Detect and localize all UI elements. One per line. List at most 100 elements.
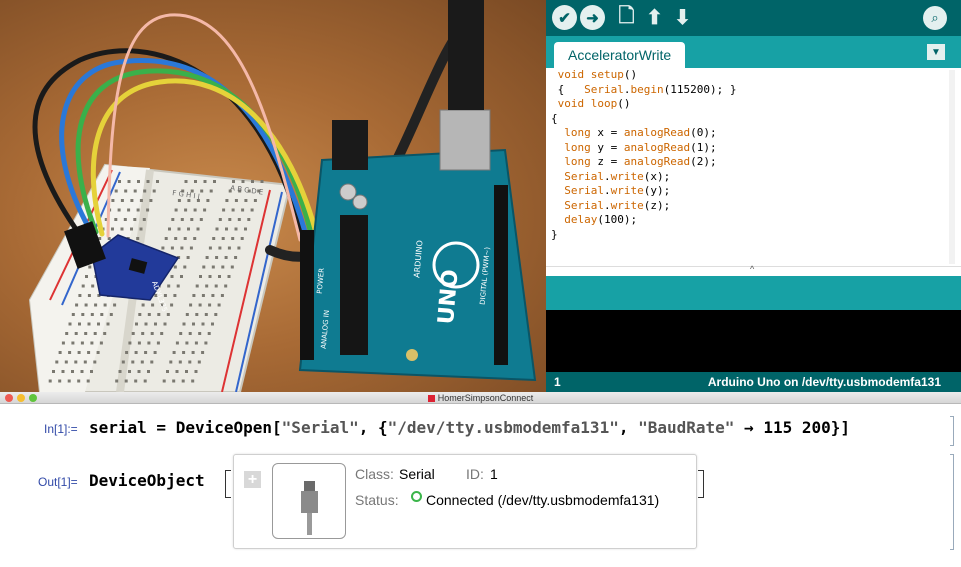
verify-button[interactable]: ✔ [552, 5, 577, 30]
breadboard-hole [218, 275, 221, 278]
breadboard-hole [150, 332, 154, 335]
code-line[interactable]: long z = analogRead(2); [551, 155, 737, 170]
tab-accelerometerwrite[interactable]: AcceleratorWrite [554, 42, 686, 68]
breadboard-hole [251, 180, 254, 183]
arduino-uno-board: UNO ARDUINO DIGITAL (PWM~) POWER ANALOG … [298, 0, 537, 382]
breadboard-hole [185, 370, 188, 373]
breadboard-hole [185, 313, 189, 316]
mathematica-notebook: HomerSimpsonConnect In[1]:= serial = Dev… [0, 392, 961, 567]
breadboard-hole [213, 180, 216, 183]
document-icon: 🗋 [618, 4, 635, 27]
code-line[interactable]: } [551, 228, 737, 243]
new-sketch-button[interactable]: 🗋 [614, 5, 639, 30]
breadboard-hole [214, 313, 218, 316]
upload-button[interactable]: ➜ [580, 5, 605, 30]
breadboard-hole [146, 180, 150, 183]
breadboard-hole [215, 227, 219, 231]
output-console [546, 310, 961, 372]
breadboard-hole [195, 313, 199, 316]
breadboard-hole [162, 379, 166, 383]
breadboard-hole [180, 246, 184, 250]
breadboard-hole [201, 322, 205, 326]
breadboard-hole [189, 303, 193, 307]
editor-scrollbar[interactable] [949, 70, 955, 264]
breadboard-hole [195, 284, 199, 288]
breadboard-hole [232, 180, 235, 183]
triangle-down-icon: ▼ [931, 46, 941, 58]
breadboard-hole [208, 303, 212, 307]
breadboard-hole [225, 199, 229, 202]
breadboard-hole [100, 313, 104, 316]
breadboard-hole [193, 237, 197, 240]
code-line[interactable]: long y = analogRead(1); [551, 141, 737, 156]
breadboard-hole [151, 303, 155, 307]
code-editor[interactable]: void setup() { Serial.begin(115200); } v… [546, 68, 961, 266]
input-cell-expression[interactable]: serial = DeviceOpen["Serial", {"/dev/tty… [89, 418, 850, 437]
in-arg-serial: "Serial" [281, 418, 359, 437]
breadboard-hole [211, 265, 215, 269]
breadboard-hole [150, 360, 154, 364]
breadboard-hole [231, 208, 235, 212]
code-line[interactable]: Serial.write(z); [551, 199, 737, 214]
breadboard-hole [173, 265, 177, 269]
breadboard-hole [68, 322, 72, 326]
breadboard-hole [74, 332, 78, 335]
status-connected-icon [411, 491, 422, 502]
breadboard-hole [124, 189, 128, 193]
code-line[interactable]: Serial.write(x); [551, 170, 737, 185]
id-label: ID: [466, 466, 484, 482]
breadboard-hole [117, 208, 121, 212]
breadboard-hole [237, 246, 241, 250]
pane-splitter[interactable]: ^ [546, 264, 961, 276]
tab-menu-button[interactable]: ▼ [927, 44, 945, 60]
in-arg-port: "/dev/tty.usbmodemfa131" [387, 418, 619, 437]
expand-plus-icon[interactable]: + [244, 471, 261, 488]
breadboard-hole [128, 341, 132, 345]
breadboard-hole [61, 370, 65, 373]
breadboard-hole [131, 332, 135, 335]
code-line[interactable]: Serial.write(y); [551, 184, 737, 199]
breadboard-hole [188, 332, 192, 335]
breadboard-hole [180, 275, 183, 278]
breadboard-hole [106, 322, 110, 326]
breadboard-hole [93, 360, 97, 364]
breadboard-hole [88, 265, 92, 269]
breadboard-hole [96, 351, 100, 354]
open-sketch-button[interactable]: ⬆ [642, 5, 667, 30]
breadboard-hole [147, 341, 151, 345]
output-cell-bracket[interactable] [950, 454, 954, 550]
breadboard-hole [68, 351, 72, 354]
code-line[interactable]: { [551, 112, 737, 127]
breadboard-hole [138, 313, 142, 316]
code-line[interactable]: long x = analogRead(0); [551, 126, 737, 141]
breadboard-hole [209, 189, 213, 193]
code-line[interactable]: { Serial.begin(115200); } [551, 83, 737, 98]
sketch-code[interactable]: void setup() { Serial.begin(115200); } v… [551, 68, 737, 242]
breadboard-hole [90, 370, 93, 373]
device-object-summary[interactable]: + Class: Serial ID: 1 Status: Connected … [233, 454, 697, 549]
breadboard-hole [71, 313, 75, 316]
breadboard-hole [191, 379, 195, 383]
breadboard-hole [203, 180, 207, 183]
breadboard-hole [91, 284, 95, 288]
breadboard-hole [211, 322, 214, 326]
code-line[interactable]: void setup() [551, 68, 737, 83]
breadboard-hole [58, 351, 62, 354]
breadboard-hole [124, 379, 128, 383]
code-line[interactable]: delay(100); [551, 213, 737, 228]
breadboard-hole [212, 237, 216, 240]
breadboard-hole [141, 332, 145, 335]
save-sketch-button[interactable]: ⬇ [670, 5, 695, 30]
code-line[interactable]: void loop() [551, 97, 737, 112]
class-label: Class: [355, 466, 394, 482]
breadboard-hole [120, 199, 124, 202]
breadboard-hole [189, 246, 193, 250]
breadboard-hole [191, 351, 195, 354]
breadboard-hole [207, 332, 211, 335]
serial-monitor-button[interactable]: ⌕ [923, 6, 947, 30]
breadboard-hole [125, 351, 129, 354]
arrow-down-icon: ⬇ [674, 7, 691, 29]
input-cell-bracket[interactable] [950, 416, 954, 446]
breadboard-hole [225, 227, 228, 231]
breadboard-hole [143, 379, 147, 383]
